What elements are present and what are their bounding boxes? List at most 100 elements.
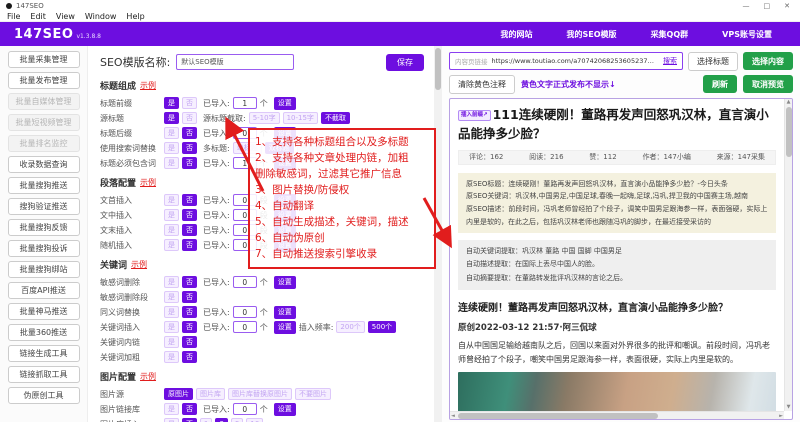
menu-view[interactable]: View — [56, 12, 75, 21]
example-link[interactable]: 示例 — [131, 259, 147, 270]
option-image-library[interactable]: 图片库 — [196, 388, 225, 400]
yes-toggle[interactable]: 是 — [164, 306, 179, 318]
sidebar-item-shenma-push[interactable]: 批量神马推送 — [8, 303, 80, 320]
option-library-replace[interactable]: 图片库替换原图片 — [228, 388, 292, 400]
content-url-bar[interactable]: 内容页链接 https://www.toutiao.com/a707420682… — [449, 52, 683, 70]
preview-vertical-scrollbar[interactable]: ▲ ▼ — [784, 99, 792, 411]
yes-toggle[interactable]: 是 — [164, 336, 179, 348]
yes-toggle[interactable]: 是 — [164, 209, 179, 221]
nav-vps-settings[interactable]: VPS账号设置 — [722, 29, 772, 40]
no-toggle[interactable]: 否 — [182, 142, 197, 154]
menu-window[interactable]: Window — [85, 12, 117, 21]
no-toggle[interactable]: 否 — [182, 209, 197, 221]
sidebar-item-sogou-complaint[interactable]: 批量搜狗投诉 — [8, 240, 80, 257]
yes-toggle[interactable]: 是 — [164, 239, 179, 251]
count-input[interactable]: 0 — [233, 321, 257, 333]
sidebar-item-sogou-bind[interactable]: 批量搜狗绑站 — [8, 261, 80, 278]
sidebar-item-link-grab[interactable]: 链接抓取工具 — [8, 366, 80, 383]
option-no-cut[interactable]: 不截取 — [321, 112, 350, 124]
sidebar-item-pseudo-original[interactable]: 伪原创工具 — [8, 387, 80, 404]
yes-toggle[interactable]: 是 — [164, 276, 179, 288]
settings-button[interactable]: 设置 — [274, 321, 296, 334]
nav-my-seo-templates[interactable]: 我的SEO模版 — [567, 29, 617, 40]
sidebar-item-batch-collect[interactable]: 批量采集管理 — [8, 51, 80, 68]
no-toggle[interactable]: 否 — [182, 157, 197, 169]
yes-toggle[interactable]: 是 — [164, 224, 179, 236]
cancel-preview-button[interactable]: 取消预览 — [743, 75, 793, 93]
no-toggle[interactable]: 否 — [182, 276, 197, 288]
no-toggle[interactable]: 否 — [182, 194, 197, 206]
option-5-10[interactable]: 5-10字 — [249, 112, 280, 124]
no-toggle[interactable]: 否 — [182, 127, 197, 139]
scroll-right-icon[interactable]: ► — [779, 412, 783, 420]
close-button[interactable]: ✕ — [784, 2, 790, 10]
yes-toggle[interactable]: 是 — [164, 418, 179, 422]
count-input[interactable]: 1 — [233, 97, 257, 109]
yes-toggle[interactable]: 是 — [164, 321, 179, 333]
settings-button[interactable]: 设置 — [274, 97, 296, 110]
scrollbar-thumb[interactable] — [458, 413, 658, 419]
nav-qq-group[interactable]: 采集QQ群 — [651, 29, 689, 40]
option-5[interactable]: 5 — [231, 418, 243, 422]
clear-yellow-button[interactable]: 清除黄色注释 — [449, 75, 515, 94]
scrollbar-thumb[interactable] — [786, 107, 792, 157]
settings-button[interactable]: 设置 — [274, 306, 296, 319]
yes-toggle[interactable]: 是 — [164, 194, 179, 206]
sidebar-item-360-push[interactable]: 批量360推送 — [8, 324, 80, 341]
example-link[interactable]: 示例 — [140, 80, 156, 91]
option-no-image[interactable]: 不要图片 — [295, 388, 331, 400]
sidebar-item-index-query[interactable]: 收录数据查询 — [8, 156, 80, 173]
minimize-button[interactable]: — — [743, 2, 750, 10]
menu-file[interactable]: File — [7, 12, 20, 21]
no-toggle[interactable]: 否 — [182, 321, 197, 333]
no-toggle[interactable]: 否 — [182, 239, 197, 251]
no-toggle[interactable]: 否 — [182, 306, 197, 318]
preview-horizontal-scrollbar[interactable]: ◄ ► — [450, 411, 784, 419]
option-1[interactable]: 1 — [200, 418, 212, 422]
template-name-input[interactable]: 默认SEO模版 — [176, 54, 294, 70]
option-10[interactable]: 10 — [246, 418, 263, 422]
sidebar-item-batch-media[interactable]: 批量自媒体管理 — [8, 93, 80, 110]
yes-toggle[interactable]: 是 — [164, 351, 179, 363]
settings-button[interactable]: 设置 — [274, 276, 296, 289]
insert-prefix-tag[interactable]: 插入前缀↗ — [458, 110, 491, 121]
option-freq-200[interactable]: 200个 — [336, 321, 364, 333]
sidebar-item-link-generate[interactable]: 链接生成工具 — [8, 345, 80, 362]
option-10-15[interactable]: 10-15字 — [283, 112, 318, 124]
yes-toggle[interactable]: 是 — [164, 127, 179, 139]
menu-edit[interactable]: Edit — [30, 12, 46, 21]
refresh-button[interactable]: 刷新 — [703, 75, 737, 93]
scroll-left-icon[interactable]: ◄ — [451, 412, 455, 420]
count-input[interactable]: 0 — [233, 276, 257, 288]
option-original-image[interactable]: 原图片 — [164, 388, 193, 400]
yes-toggle[interactable]: 是 — [164, 112, 179, 124]
settings-button[interactable]: 设置 — [274, 403, 296, 416]
url-input[interactable]: https://www.toutiao.com/a707420682536052… — [492, 57, 659, 65]
no-toggle[interactable]: 否 — [182, 403, 197, 415]
no-toggle[interactable]: 否 — [182, 97, 197, 109]
sidebar-item-sogou-push[interactable]: 批量搜狗推送 — [8, 177, 80, 194]
yes-toggle[interactable]: 是 — [164, 97, 179, 109]
scrollbar-thumb[interactable] — [435, 48, 441, 90]
maximize-button[interactable]: □ — [764, 2, 771, 10]
no-toggle[interactable]: 否 — [182, 418, 197, 422]
count-input[interactable]: 0 — [233, 403, 257, 415]
no-toggle[interactable]: 否 — [182, 112, 197, 124]
scroll-down-icon[interactable]: ▼ — [785, 404, 792, 411]
yes-toggle[interactable]: 是 — [164, 291, 179, 303]
yes-toggle[interactable]: 是 — [164, 142, 179, 154]
sidebar-item-sogou-feedback[interactable]: 批量搜狗反馈 — [8, 219, 80, 236]
sidebar-item-batch-publish[interactable]: 批量发布管理 — [8, 72, 80, 89]
scroll-up-icon[interactable]: ▲ — [785, 99, 792, 106]
save-button[interactable]: 保存 — [386, 54, 424, 71]
no-toggle[interactable]: 否 — [182, 336, 197, 348]
menu-help[interactable]: Help — [126, 12, 144, 21]
yes-toggle[interactable]: 是 — [164, 157, 179, 169]
count-input[interactable]: 0 — [233, 306, 257, 318]
option-3[interactable]: 3 — [215, 418, 227, 422]
no-toggle[interactable]: 否 — [182, 291, 197, 303]
yes-toggle[interactable]: 是 — [164, 403, 179, 415]
search-link[interactable]: 搜索 — [663, 56, 677, 66]
sidebar-item-batch-video[interactable]: 批量短视频管理 — [8, 114, 80, 131]
no-toggle[interactable]: 否 — [182, 351, 197, 363]
